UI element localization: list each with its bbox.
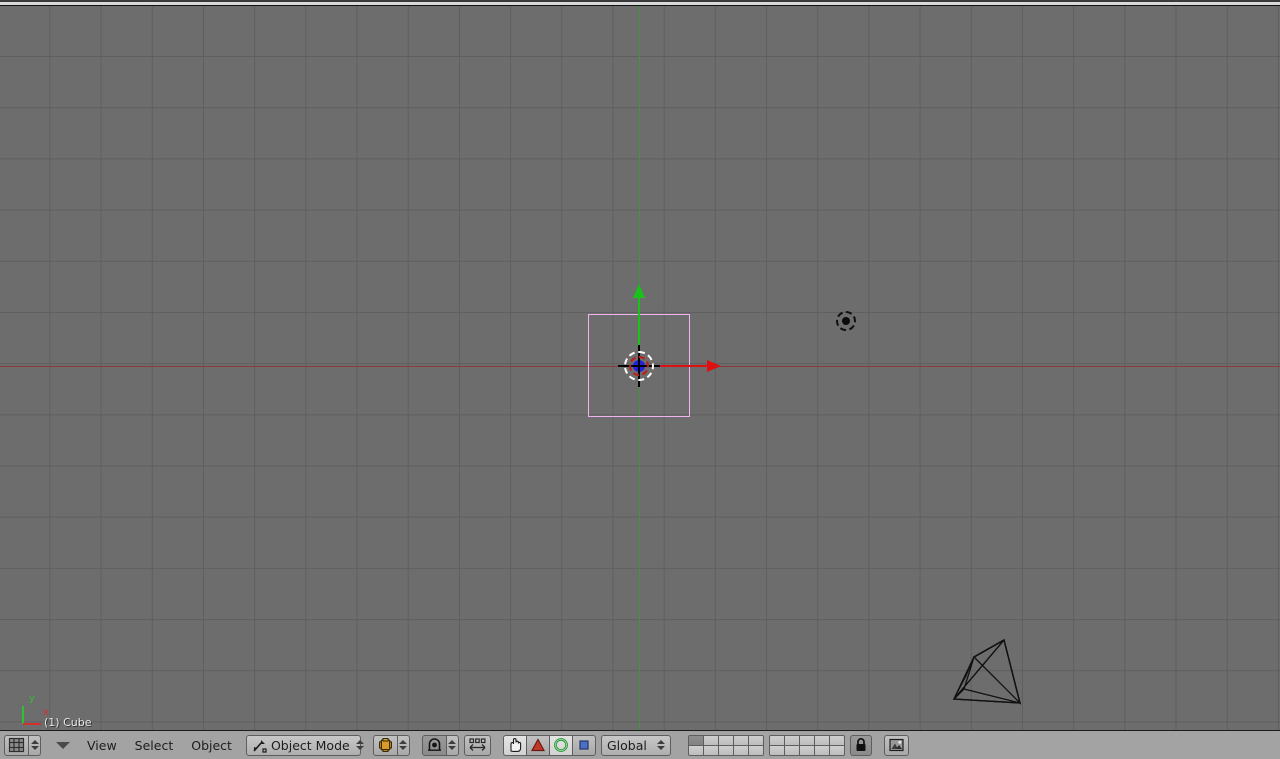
spinner-up-icon [448, 740, 457, 744]
mode-select[interactable]: Object Mode [245, 734, 365, 756]
transform-orientation-select[interactable]: Global [600, 734, 671, 756]
object-camera[interactable] [948, 631, 1034, 713]
grid-icon [8, 737, 25, 753]
editor-type-spinner[interactable] [29, 734, 41, 756]
layer-button[interactable] [799, 735, 814, 745]
menu-collapse-toggle[interactable] [53, 735, 73, 756]
render-image-icon [889, 738, 904, 752]
layer-button[interactable] [784, 745, 799, 755]
layer-button[interactable] [688, 745, 703, 755]
manipulator-arrow-x[interactable] [707, 360, 721, 372]
layer-button[interactable] [784, 735, 799, 745]
layer-buttons-group-b[interactable] [768, 734, 845, 756]
layer-button[interactable] [748, 735, 763, 745]
manipulator-scale-toggle[interactable] [572, 734, 596, 756]
window-top-edge [0, 0, 1280, 2]
manipulator-translate-toggle[interactable] [526, 734, 550, 756]
mini-axis-label-y: y [29, 693, 35, 704]
manipulate-center-points-icon [469, 738, 486, 751]
layer-button[interactable] [688, 735, 703, 745]
3d-viewport[interactable]: y x (1) Cube [0, 6, 1280, 730]
manipulator-rotate-toggle[interactable] [549, 734, 573, 756]
pivot-median-icon [427, 738, 441, 751]
layer-button[interactable] [769, 745, 784, 755]
layer-button[interactable] [748, 745, 763, 755]
editor-type-selector[interactable] [4, 734, 29, 756]
spinner-down-icon [399, 746, 408, 750]
scale-square-icon [579, 740, 589, 750]
render-preview-button[interactable] [883, 734, 909, 756]
spinner-down-icon [356, 746, 365, 750]
viewport-shading-selector[interactable] [372, 734, 398, 756]
spinner-down-icon [657, 746, 666, 750]
layer-buttons-group-a[interactable] [687, 734, 764, 756]
rotate-ring-icon [554, 738, 568, 752]
lamp-core-icon [842, 317, 850, 325]
layer-button[interactable] [799, 745, 814, 755]
manipulate-center-points-toggle[interactable] [463, 734, 491, 756]
layer-button[interactable] [829, 735, 844, 745]
spinner-up-icon [30, 740, 39, 744]
lock-layers-toggle[interactable] [849, 734, 872, 756]
spinner-down-icon [448, 746, 457, 750]
translate-arrow-icon [530, 738, 545, 752]
viewport-shading-spinner[interactable] [397, 734, 410, 756]
layer-button[interactable] [769, 735, 784, 745]
spinner-up-icon [356, 740, 365, 744]
viewport-header: View Select Object Object Mode Global [0, 730, 1280, 759]
layer-button[interactable] [718, 745, 733, 755]
layer-row-bottom [769, 745, 844, 755]
layer-button[interactable] [829, 745, 844, 755]
solid-shading-icon [378, 738, 392, 752]
object-mode-icon [253, 739, 267, 753]
pivot-point-spinner[interactable] [446, 734, 459, 756]
chevron-down-icon [56, 741, 70, 749]
layer-button[interactable] [814, 735, 829, 745]
lock-icon [856, 738, 866, 751]
spinner-down-icon [30, 746, 39, 750]
cursor-ring-inner [629, 356, 649, 376]
layer-button[interactable] [703, 745, 718, 755]
manipulator-enable-toggle[interactable] [502, 734, 527, 756]
mode-select-value: Object Mode [270, 737, 350, 753]
transform-orientation-value: Global [606, 737, 647, 753]
layer-button[interactable] [814, 745, 829, 755]
menu-view[interactable]: View [78, 735, 126, 756]
spinner-up-icon [399, 740, 408, 744]
menu-select[interactable]: Select [126, 735, 183, 756]
layer-button[interactable] [733, 735, 748, 745]
spinner-up-icon [657, 740, 666, 744]
layer-button[interactable] [703, 735, 718, 745]
layer-row-top [769, 735, 844, 745]
transform-orientation-arrows[interactable] [655, 737, 668, 754]
blender-window: y x (1) Cube View Select Object Object M… [0, 0, 1280, 759]
manipulator-arrow-y[interactable] [633, 284, 645, 298]
layer-row-bottom [688, 745, 763, 755]
menu-object[interactable]: Object [182, 735, 241, 756]
camera-wireframe-icon [952, 638, 1022, 706]
layer-button[interactable] [733, 745, 748, 755]
hand-icon [510, 738, 522, 752]
pivot-point-selector[interactable] [421, 734, 447, 756]
layer-row-top [688, 735, 763, 745]
layer-button[interactable] [718, 735, 733, 745]
active-object-info: (1) Cube [44, 716, 92, 729]
